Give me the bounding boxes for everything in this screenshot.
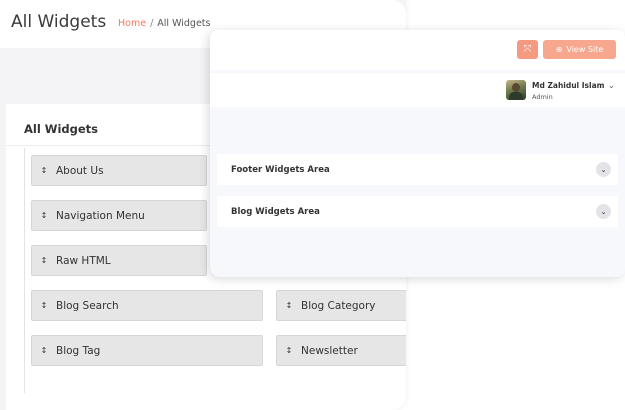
chevron-down-icon[interactable]: ⌄ (596, 204, 611, 219)
widget-raw-html[interactable]: ↕ Raw HTML (31, 245, 207, 276)
chevron-down-icon[interactable]: ⌄ (596, 162, 611, 177)
avatar-body (509, 92, 523, 100)
widget-blog-category[interactable]: ↕ Blog Category (276, 290, 406, 321)
avatar-head (512, 83, 520, 92)
widget-about-us[interactable]: ↕ About Us (31, 155, 207, 186)
breadcrumb: Home / All Widgets (118, 18, 210, 29)
widget-blog-search[interactable]: ↕ Blog Search (31, 290, 263, 321)
fullscreen-button[interactable]: ⤧ (517, 40, 538, 59)
widget-newsletter[interactable]: ↕ Newsletter (276, 335, 406, 366)
breadcrumb-separator: / (150, 18, 154, 29)
widget-area-blog[interactable]: Blog Widgets Area ⌄ (217, 196, 618, 227)
widget-label: Navigation Menu (56, 209, 145, 222)
widget-label: Raw HTML (56, 254, 111, 267)
page-title: All Widgets (11, 12, 107, 32)
drag-handle-icon[interactable]: ↕ (32, 166, 56, 175)
widget-area-footer[interactable]: Footer Widgets Area ⌄ (217, 154, 618, 185)
widget-label: Blog Tag (56, 344, 101, 357)
breadcrumb-home-link[interactable]: Home (118, 18, 146, 29)
user-role: Admin (532, 93, 553, 101)
widget-area-label: Footer Widgets Area (231, 164, 330, 175)
globe-icon: ⊕ (555, 45, 563, 54)
divider (24, 148, 25, 393)
widget-label: Blog Category (301, 299, 376, 312)
drag-handle-icon[interactable]: ↕ (32, 301, 56, 310)
breadcrumb-current: All Widgets (157, 18, 211, 29)
avatar[interactable] (506, 80, 526, 100)
widget-area-label: Blog Widgets Area (231, 206, 320, 217)
view-site-button[interactable]: ⊕ View Site (543, 40, 616, 59)
widget-label: Newsletter (301, 344, 358, 357)
drag-handle-icon[interactable]: ↕ (277, 346, 301, 355)
view-site-label: View Site (566, 45, 604, 54)
drag-handle-icon[interactable]: ↕ (32, 211, 56, 220)
toggle-glyph: ⌄ (600, 207, 607, 216)
drag-handle-icon[interactable]: ↕ (277, 301, 301, 310)
widget-label: Blog Search (56, 299, 119, 312)
drag-handle-icon[interactable]: ↕ (32, 346, 56, 355)
widgets-panel-title: All Widgets (24, 122, 99, 136)
widget-navigation-menu[interactable]: ↕ Navigation Menu (31, 200, 207, 231)
chevron-down-icon[interactable]: ⌄ (608, 81, 615, 90)
widget-label: About Us (56, 164, 104, 177)
top-bar: ⤧ ⊕ View Site (210, 30, 625, 70)
user-name[interactable]: Md Zahidul Islam (532, 81, 604, 90)
user-bar: Md Zahidul Islam Admin ⌄ (210, 73, 625, 107)
widget-blog-tag[interactable]: ↕ Blog Tag (31, 335, 263, 366)
toggle-glyph: ⌄ (600, 165, 607, 174)
admin-window-front: ⤧ ⊕ View Site Md Zahidul Islam Admin ⌄ F… (210, 30, 625, 277)
drag-handle-icon[interactable]: ↕ (32, 256, 56, 265)
expand-icon: ⤧ (523, 44, 532, 55)
